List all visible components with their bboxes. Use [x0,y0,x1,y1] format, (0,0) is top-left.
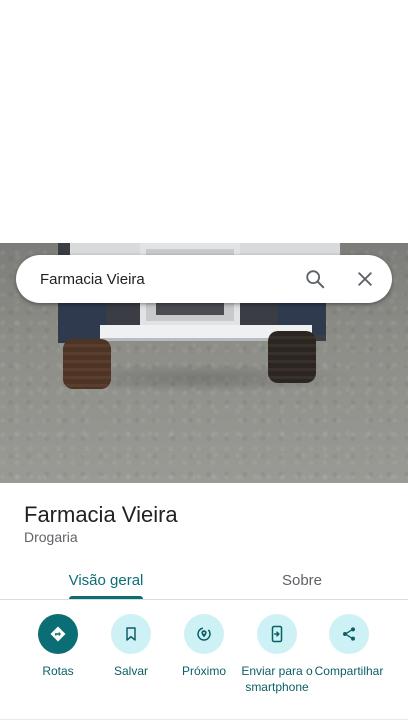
vehicle-fender-left [58,303,106,343]
action-buttons: Rotas Salvar Próximo Enviar para o smart… [0,614,408,714]
nearby-icon [184,614,224,654]
tab-about[interactable]: Sobre [232,560,372,600]
save-button[interactable]: Salvar [91,614,171,679]
tab-overview[interactable]: Visão geral [36,560,176,600]
place-title: Farmacia Vieira [24,502,178,527]
send-to-phone-button[interactable]: Enviar para o smartphone [237,614,317,695]
search-bar[interactable]: Farmacia Vieira [16,255,392,303]
nearby-button[interactable]: Próximo [164,614,244,679]
directions-label: Rotas [42,664,74,678]
share-button[interactable]: Compartilhar [309,614,389,679]
nearby-label: Próximo [181,664,226,678]
directions-button[interactable]: Rotas [18,614,98,679]
bookmark-icon [111,614,151,654]
place-category[interactable]: Drogaria [24,529,78,545]
tab-bar: Visão geral Sobre [0,560,408,600]
send-to-phone-label: Enviar para o smartphone [241,664,313,694]
save-label: Salvar [113,664,148,678]
share-icon [329,614,369,654]
send-to-phone-icon [257,614,297,654]
search-icon[interactable] [295,259,335,299]
map-blank-area [0,0,408,243]
search-input[interactable]: Farmacia Vieira [40,271,295,288]
share-label: Compartilhar [314,664,384,678]
vehicle-tire-left [63,339,111,389]
active-tab-indicator [69,596,143,599]
bottom-divider [0,719,408,720]
vehicle-tire-right [268,331,316,383]
close-icon[interactable] [345,259,385,299]
directions-icon [38,614,78,654]
